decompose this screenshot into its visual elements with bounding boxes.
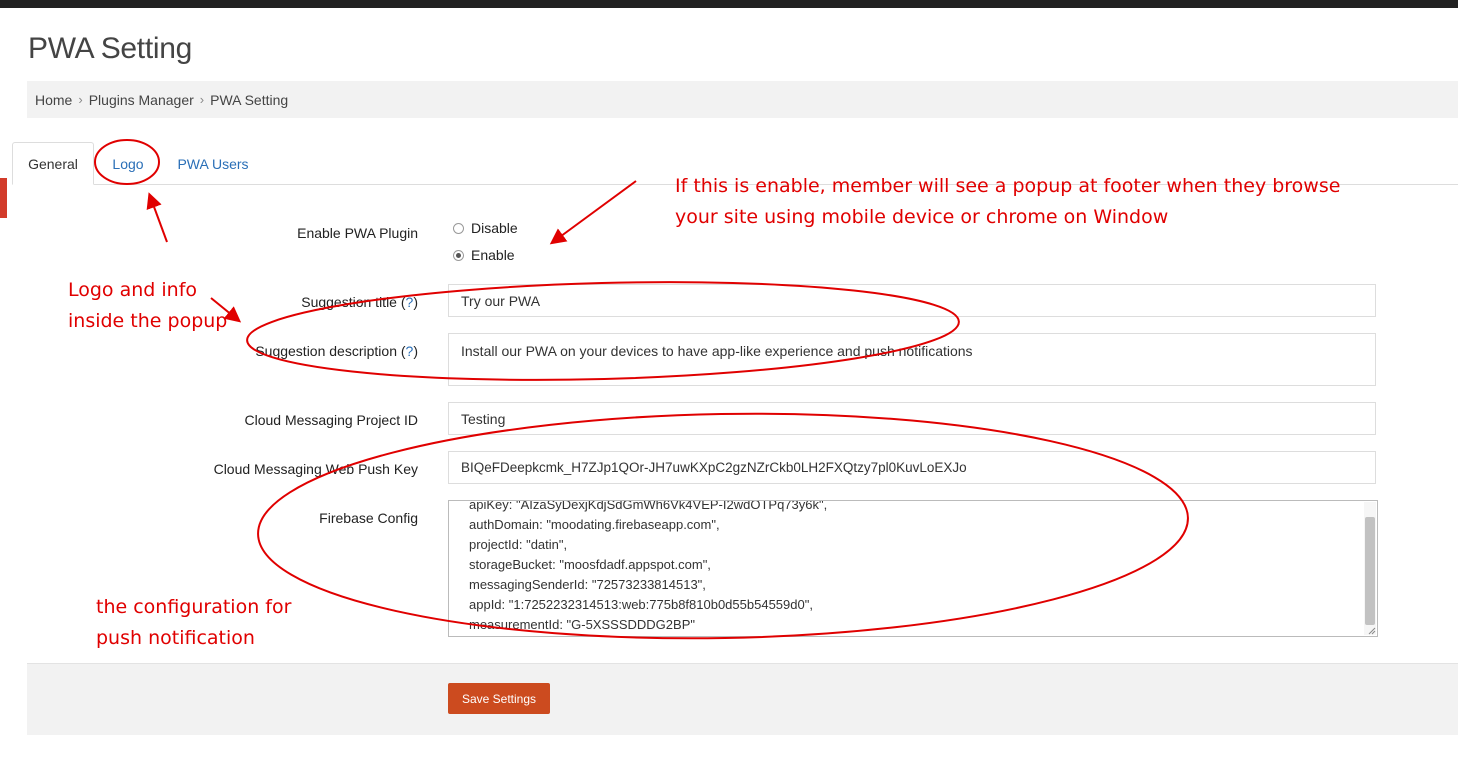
annotation-popup-note: If this is enable, member will see a pop… [675,175,1341,228]
page-title: PWA Setting [28,32,192,65]
config-line: apiKey: "AIzaSyDexjKdjSdGmWh6Vk4VEP-I2wd… [469,500,828,512]
web-push-key-label: Cloud Messaging Web Push Key [213,461,418,477]
chevron-right-icon: › [78,92,83,107]
radio-enable-label: Enable [471,247,515,263]
web-push-key-input[interactable]: BIQeFDeepkcmk_H7ZJp1QOr-JH7uwKXpC2gzNZrC… [448,451,1376,484]
config-line: messagingSenderId: "72573233814513", [469,577,706,592]
config-line: measurementId: "G-5XSSSDDDG2BP" [469,617,695,632]
radio-disable-label: Disable [471,220,518,236]
enable-plugin-label: Enable PWA Plugin [297,225,418,241]
firebase-config-content: apiKey: "AIzaSyDexjKdjSdGmWh6Vk4VEP-I2wd… [469,500,828,635]
config-line: authDomain: "moodating.firebaseapp.com", [469,517,720,532]
tab-logo[interactable]: Logo [102,142,154,185]
breadcrumb: Home › Plugins Manager › PWA Setting [27,81,1458,118]
project-id-label: Cloud Messaging Project ID [244,412,418,428]
config-line: appId: "1:7252232314513:web:775b8f810b0d… [469,597,813,612]
tab-general[interactable]: General [12,142,94,185]
radio-button[interactable] [453,222,464,234]
firebase-config-label: Firebase Config [319,510,418,526]
form-footer [27,663,1458,735]
annotation-config-note: the configuration for push notification [96,596,292,649]
radio-button-selected[interactable] [453,249,464,261]
radio-enable[interactable]: Enable [453,247,515,263]
radio-disable[interactable]: Disable [453,220,518,236]
suggestion-title-input[interactable]: Try our PWA [448,284,1376,317]
firebase-config-textarea[interactable]: apiKey: "AIzaSyDexjKdjSdGmWh6Vk4VEP-I2wd… [448,500,1378,637]
annotation-logo-note: Logo and info inside the popup [68,279,228,332]
suggestion-description-label: Suggestion description (?) [255,343,418,359]
project-id-input[interactable]: Testing [448,402,1376,435]
scrollbar-thumb[interactable] [1365,517,1375,625]
suggestion-description-textarea[interactable]: Install our PWA on your devices to have … [448,333,1376,386]
config-line: projectId: "datin", [469,537,568,552]
config-line: storageBucket: "moosfdadf.appspot.com", [469,557,711,572]
top-bar [0,0,1458,8]
breadcrumb-current: PWA Setting [210,91,289,108]
save-settings-button[interactable]: Save Settings [448,683,550,714]
breadcrumb-plugins-manager[interactable]: Plugins Manager [89,92,194,108]
chevron-right-icon: › [199,92,205,107]
resize-grip-icon[interactable] [1368,627,1376,635]
tab-pwa-users[interactable]: PWA Users [168,142,258,185]
breadcrumb-home[interactable]: Home [35,92,72,108]
annotation-arrow-enable [549,180,637,245]
